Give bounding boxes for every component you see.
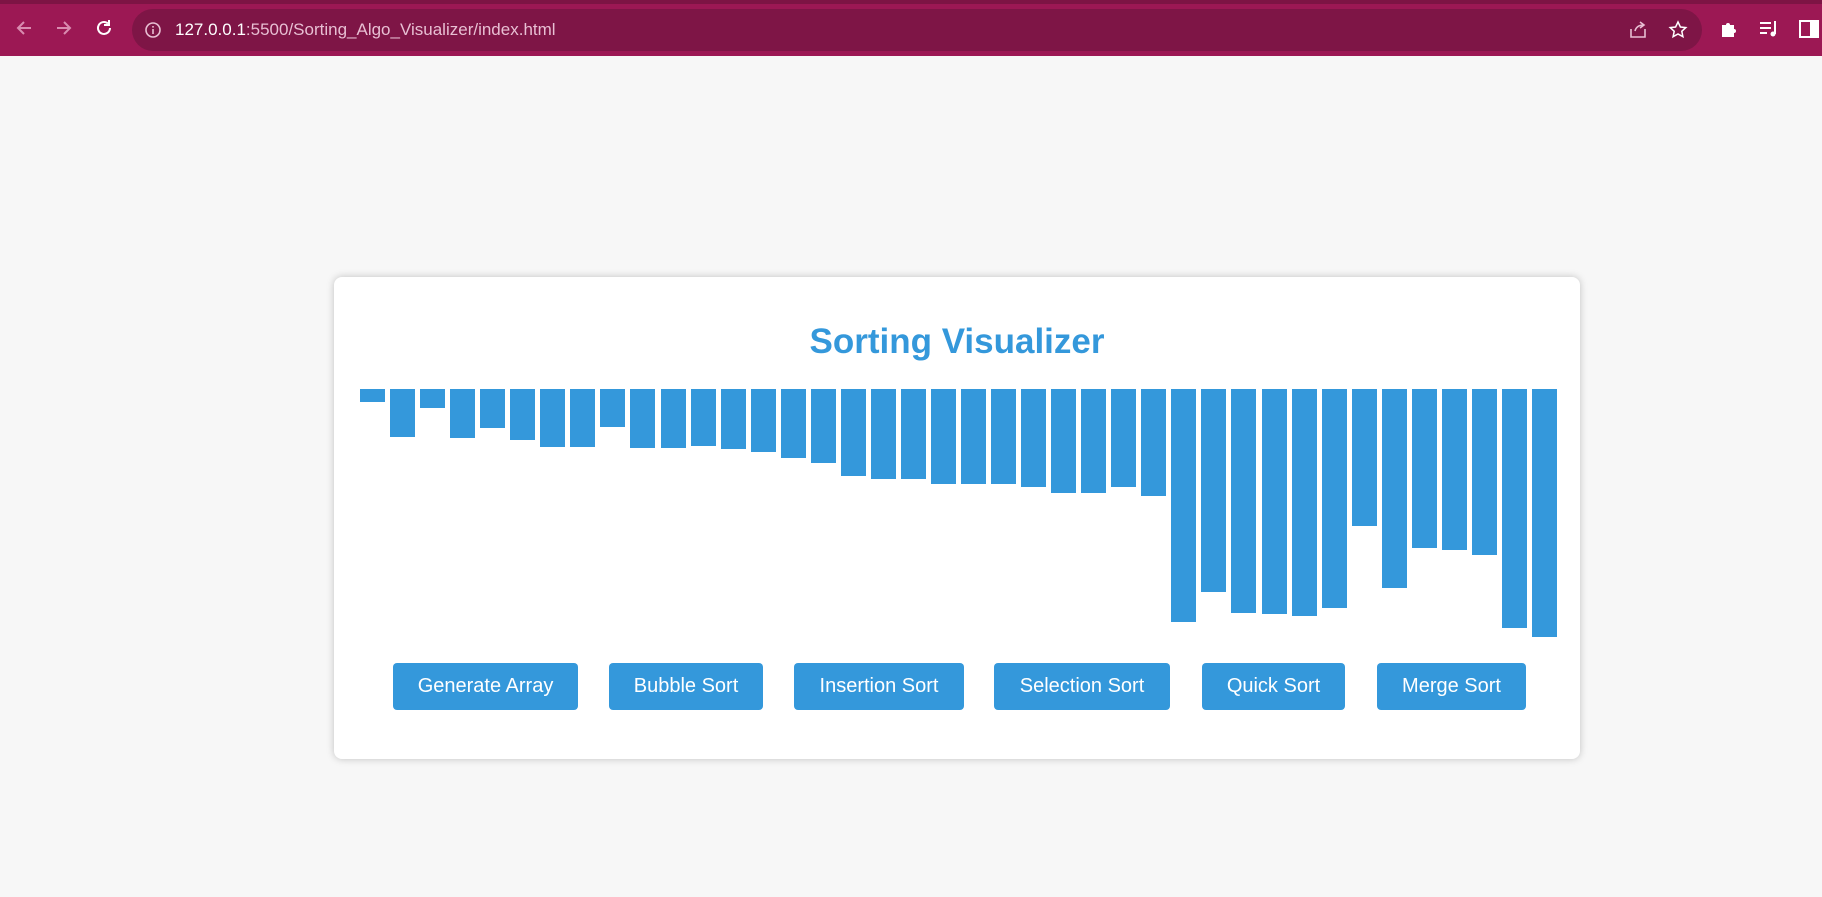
array-bar xyxy=(1201,389,1226,592)
array-bar xyxy=(1081,389,1106,493)
array-bar xyxy=(1322,389,1347,608)
array-bar xyxy=(570,389,595,447)
tab-strip xyxy=(0,0,1822,4)
selection-button[interactable]: Selection Sort xyxy=(994,663,1170,710)
array-bar xyxy=(1442,389,1467,550)
array-bar xyxy=(1502,389,1527,628)
array-bar xyxy=(901,389,926,479)
array-bar xyxy=(420,389,445,408)
array-bar xyxy=(1352,389,1377,526)
array-bar xyxy=(1412,389,1437,548)
generate-button[interactable]: Generate Array xyxy=(393,663,578,710)
share-icon[interactable] xyxy=(1628,20,1648,40)
array-bar xyxy=(480,389,505,428)
visualizer-card: Sorting Visualizer Generate Array Bubble … xyxy=(334,277,1580,759)
page-title: Sorting Visualizer xyxy=(809,322,1105,361)
array-bar xyxy=(961,389,986,484)
array-bars-container xyxy=(360,389,1557,649)
array-bar xyxy=(510,389,535,440)
insertion-button[interactable]: Insertion Sort xyxy=(794,663,964,710)
forward-arrow-icon[interactable] xyxy=(50,14,78,42)
array-bar xyxy=(871,389,896,479)
array-bar xyxy=(1231,389,1256,613)
merge-button[interactable]: Merge Sort xyxy=(1377,663,1526,710)
extensions-puzzle-icon[interactable] xyxy=(1718,18,1740,40)
array-bar xyxy=(450,389,475,438)
controls-bar: Generate Array Bubble Sort Insertion Sort S… xyxy=(334,663,1580,711)
array-bar xyxy=(841,389,866,476)
side-panel-icon[interactable] xyxy=(1798,18,1820,40)
url-text[interactable]: 127.0.0.1:5500/Sorting_Algo_Visualizer/i… xyxy=(175,20,556,40)
array-bar xyxy=(1111,389,1136,487)
bookmark-star-icon[interactable] xyxy=(1668,20,1688,40)
array-bar xyxy=(1292,389,1317,616)
array-bar xyxy=(661,389,686,448)
media-playlist-icon[interactable] xyxy=(1758,18,1780,40)
array-bar xyxy=(721,389,746,449)
array-bar xyxy=(1021,389,1046,487)
array-bar xyxy=(1141,389,1166,496)
array-bar xyxy=(811,389,836,463)
array-bar xyxy=(630,389,655,448)
array-bar xyxy=(751,389,776,452)
array-bar xyxy=(1051,389,1076,493)
array-bar xyxy=(360,389,385,402)
address-bar[interactable]: 127.0.0.1:5500/Sorting_Algo_Visualizer/i… xyxy=(132,9,1702,51)
array-bar xyxy=(1171,389,1196,622)
array-bar xyxy=(991,389,1016,484)
bubble-button[interactable]: Bubble Sort xyxy=(609,663,763,710)
browser-toolbar: 127.0.0.1:5500/Sorting_Algo_Visualizer/i… xyxy=(0,0,1822,56)
array-bar xyxy=(1472,389,1497,555)
array-bar xyxy=(390,389,415,437)
array-bar xyxy=(781,389,806,458)
array-bar xyxy=(931,389,956,484)
site-info-icon[interactable] xyxy=(144,21,162,39)
back-arrow-icon[interactable] xyxy=(10,14,38,42)
array-bar xyxy=(1532,389,1557,637)
url-path: :5500/Sorting_Algo_Visualizer/index.html xyxy=(245,20,556,39)
reload-icon[interactable] xyxy=(90,14,118,42)
array-bar xyxy=(1262,389,1287,614)
array-bar xyxy=(1382,389,1407,588)
array-bar xyxy=(540,389,565,447)
url-host: 127.0.0.1 xyxy=(175,20,246,39)
quick-button[interactable]: Quick Sort xyxy=(1202,663,1345,710)
array-bar xyxy=(691,389,716,446)
array-bar xyxy=(600,389,625,427)
